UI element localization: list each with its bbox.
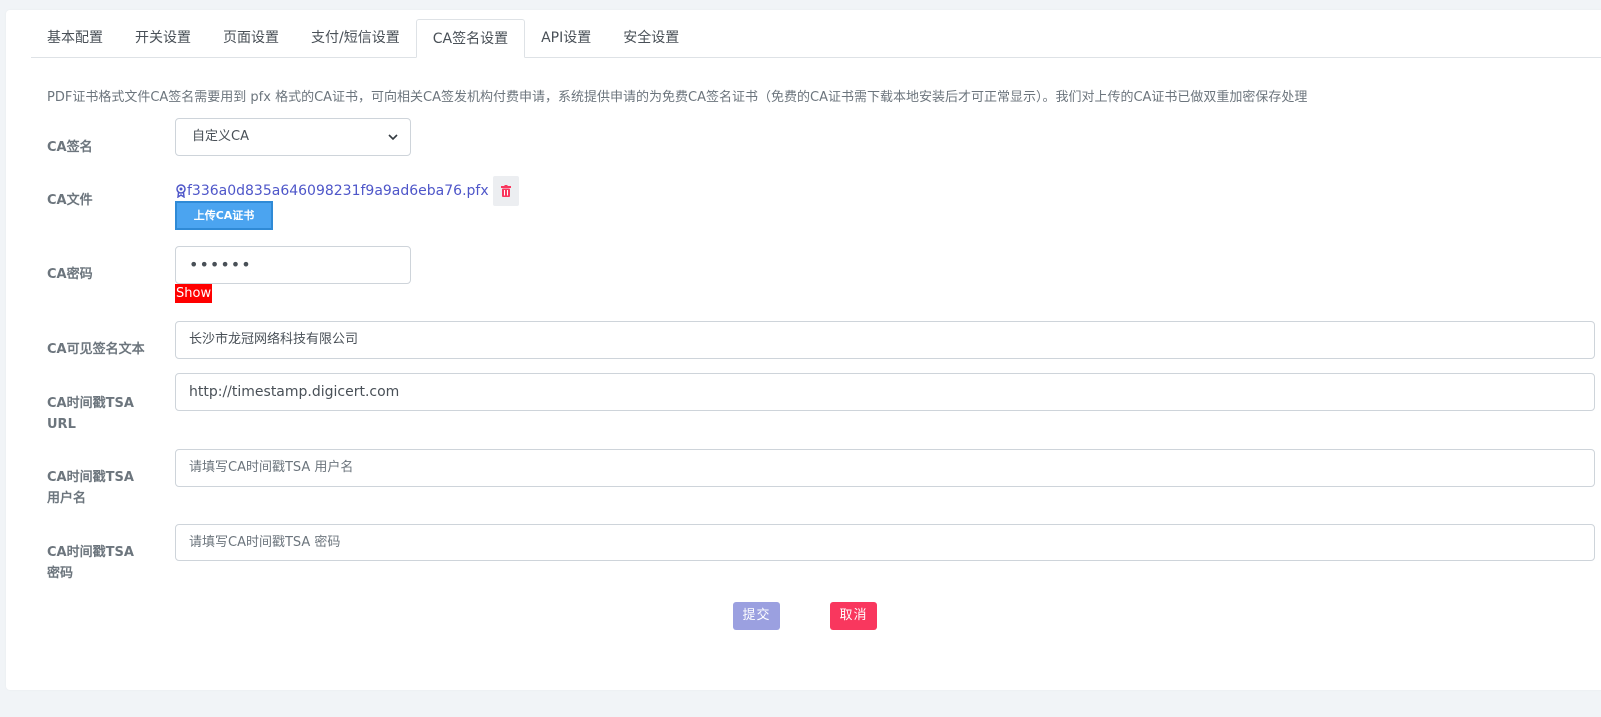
tsa-url-input[interactable]: http://timestamp.digicert.com xyxy=(175,373,1595,411)
tab-page[interactable]: 页面设置 xyxy=(207,19,295,57)
ca-sign-label: CA签名 xyxy=(47,140,93,155)
ca-visible-text-label: CA可见签名文本 xyxy=(47,342,145,357)
ca-file-label: CA文件 xyxy=(47,193,93,208)
ca-password-label: CA密码 xyxy=(47,267,93,282)
tsa-url-label: CA时间戳TSA URL xyxy=(47,393,134,435)
settings-tabs: 基本配置 开关设置 页面设置 支付/短信设置 CA签名设置 API设置 安全设置 xyxy=(31,19,1601,58)
tab-security[interactable]: 安全设置 xyxy=(607,19,695,57)
tab-switch[interactable]: 开关设置 xyxy=(119,19,207,57)
tsa-url-label-line1: CA时间戳TSA xyxy=(47,396,134,411)
tsa-username-label-line2: 用户名 xyxy=(47,491,87,506)
show-password-button[interactable]: Show xyxy=(175,284,213,303)
tsa-username-input[interactable]: 请填写CA时间戳TSA 用户名 xyxy=(175,449,1595,487)
tsa-password-label-line1: CA时间戳TSA xyxy=(47,545,134,560)
ca-description: PDF证书格式文件CA签名需要用到 pfx 格式的CA证书，可向相关CA签发机构… xyxy=(47,90,1308,105)
tsa-password-input[interactable]: 请填写CA时间戳TSA 密码 xyxy=(175,524,1595,561)
tsa-password-label-line2: 密码 xyxy=(47,566,74,581)
ca-sign-select[interactable]: 自定义CA xyxy=(175,118,411,156)
tab-api[interactable]: API设置 xyxy=(525,19,607,57)
upload-ca-button[interactable]: 上传CA证书 xyxy=(175,201,273,230)
delete-file-button[interactable] xyxy=(492,176,519,206)
tsa-url-label-line2: URL xyxy=(47,417,76,432)
tab-payment-sms[interactable]: 支付/短信设置 xyxy=(295,19,416,57)
ca-file-link[interactable]: f336a0d835a646098231f9a9ad6eba76.pfx xyxy=(187,183,489,199)
tab-basic[interactable]: 基本配置 xyxy=(31,19,119,57)
tab-ca-sign[interactable]: CA签名设置 xyxy=(415,19,526,58)
ca-password-input[interactable]: •••••• xyxy=(175,246,411,284)
cancel-button[interactable]: 取消 xyxy=(830,602,877,630)
tsa-password-label: CA时间戳TSA 密码 xyxy=(47,542,134,584)
certificate-icon xyxy=(176,184,186,198)
ca-visible-text-input[interactable]: 长沙市龙冠网络科技有限公司 xyxy=(175,321,1595,359)
tsa-username-label-line1: CA时间戳TSA xyxy=(47,470,134,485)
tsa-username-label: CA时间戳TSA 用户名 xyxy=(47,467,134,509)
submit-button[interactable]: 提交 xyxy=(733,602,780,630)
chevron-down-icon xyxy=(388,134,398,141)
ca-sign-selected: 自定义CA xyxy=(192,129,249,144)
trash-icon xyxy=(500,185,511,197)
